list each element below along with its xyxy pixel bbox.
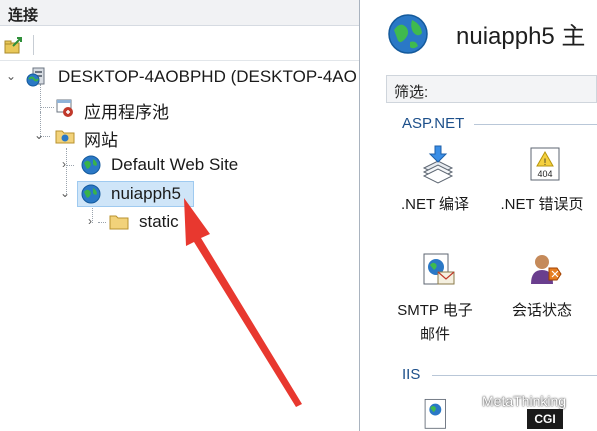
globe-icon (81, 184, 101, 204)
sites-folder-icon (55, 130, 75, 144)
tree-label-nuiapph5: nuiapph5 (111, 184, 181, 203)
tree-node-server[interactable]: ⌄ DESKTOP-4AOBPHD (DESKTOP-4AO (0, 64, 359, 90)
feature-label: 会话状态 (511, 302, 572, 319)
feature-label: .NET 错误页 (500, 196, 584, 213)
expand-icon[interactable]: › (88, 215, 98, 227)
svg-text:!: ! (544, 157, 547, 167)
wechat-icon (453, 393, 476, 410)
tree-node-sites[interactable]: ⌄ 网站 (0, 123, 359, 150)
tree-node-nuiapph5[interactable]: ⌄ nuiapph5 (0, 181, 359, 207)
feature-net-compilation[interactable]: .NET 编译 (380, 144, 490, 224)
feature-net-error-pages[interactable]: ! 404 .NET 错误页 (487, 144, 597, 224)
toolbar-separator (33, 35, 34, 55)
features-header: nuiapph5 主 (362, 0, 597, 68)
smtp-email-icon (423, 253, 455, 285)
connections-title: 连接 (8, 7, 39, 24)
tree-label-app-pools: 应用程序池 (84, 103, 169, 122)
globe-icon (81, 155, 101, 175)
connections-header: 连接 (0, 0, 359, 26)
collapse-icon[interactable]: ⌄ (34, 129, 44, 141)
collapse-icon[interactable]: ⌄ (60, 187, 70, 199)
watermark-text: MetaThinking (482, 393, 567, 409)
group-divider (474, 124, 597, 125)
expand-icon[interactable]: › (62, 158, 72, 170)
cgi-badge: CGI (527, 409, 563, 429)
app-pools-icon (56, 99, 73, 117)
feature-session-state[interactable]: 会话状态 (487, 250, 597, 330)
session-state-icon (531, 255, 562, 284)
group-header-aspnet[interactable]: ASP.NET (402, 115, 464, 132)
collapse-icon[interactable]: ⌄ (6, 70, 16, 82)
page-title: nuiapph5 主 (456, 23, 586, 50)
filter-bar[interactable]: 筛选: (386, 75, 597, 103)
error-code-text: 404 (537, 169, 552, 179)
net-compilation-icon (422, 145, 454, 184)
server-icon (26, 67, 45, 87)
connect-to-server-icon[interactable] (4, 36, 24, 54)
net-error-pages-icon: ! 404 (530, 147, 560, 181)
group-divider (432, 375, 597, 376)
group-header-iis[interactable]: IIS (402, 366, 420, 383)
tree-label-sites: 网站 (84, 131, 118, 150)
feature-smtp-email[interactable]: SMTP 电子 邮件 (380, 250, 490, 350)
tree-label-server: DESKTOP-4AOBPHD (DESKTOP-4AO (58, 67, 357, 86)
tree-label-default-site: Default Web Site (111, 155, 239, 174)
site-globe-icon (388, 14, 428, 54)
features-pane: nuiapph5 主 筛选: ASP.NET .NET 编译 ! 404 .NE… (362, 0, 597, 431)
connections-pane: 连接 ⌄ DESKTOP-4AOBPHD (DESKTOP-4AO 应用程序池 … (0, 0, 360, 431)
filter-label: 筛选: (394, 84, 429, 101)
tree-node-static[interactable]: › static (0, 209, 359, 235)
watermark: MetaThinking (448, 390, 597, 414)
feature-label: .NET 编译 (400, 196, 470, 213)
feature-label-line1: SMTP 电子 (397, 302, 473, 319)
tree-node-app-pools[interactable]: 应用程序池 (0, 95, 359, 122)
feature-label-line2: 邮件 (419, 326, 450, 343)
tree-label-static: static (139, 212, 179, 231)
connections-toolbar (0, 27, 359, 61)
tree-node-default-site[interactable]: › Default Web Site (0, 152, 359, 178)
folder-icon (109, 215, 129, 230)
